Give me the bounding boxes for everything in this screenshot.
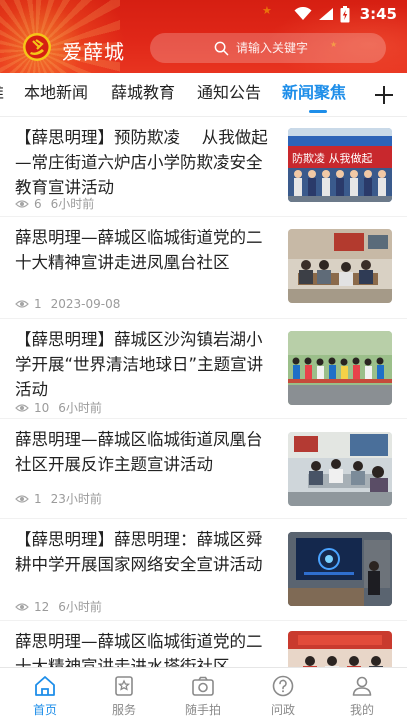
nav-label: 问政 [270, 703, 295, 717]
nav-label: 服务 [111, 703, 136, 717]
view-count: 1 [34, 297, 42, 311]
nav-home[interactable]: 首页 [15, 674, 75, 722]
search-bar[interactable] [150, 33, 386, 63]
news-title: 【薛思明理】预防欺凌 从我做起—常庄街道六炉店小学防欺凌安全教育宣讲活动 [15, 128, 268, 197]
service-icon [115, 676, 133, 696]
nav-inquiry[interactable]: 问政 [253, 674, 313, 722]
tab-local-news[interactable]: 本地新闻 [24, 73, 88, 115]
news-meta: 1 2023-09-08 [15, 297, 120, 311]
publish-time: 6小时前 [50, 197, 95, 211]
add-channel-plus-icon[interactable] [368, 79, 400, 111]
tab-news-focus[interactable]: 新闻聚焦 [282, 73, 346, 115]
status-bar: 3:45 [294, 0, 407, 28]
classroom-presentation-photo [288, 532, 392, 606]
nav-label: 首页 [32, 703, 57, 717]
news-thumbnail[interactable] [288, 631, 392, 667]
active-tab-indicator [309, 110, 327, 113]
view-count: 6 [34, 196, 42, 211]
user-icon [352, 676, 372, 696]
app-title: 爱薛城 [62, 40, 125, 64]
status-time: 3:45 [359, 5, 397, 23]
nav-mine[interactable]: 我的 [332, 674, 392, 722]
home-icon [35, 676, 55, 696]
tab-notices[interactable]: 通知公告 [197, 73, 261, 115]
tab-education[interactable]: 薛城教育 [111, 73, 175, 115]
view-count: 1 [34, 491, 42, 506]
news-item[interactable]: 薛思明理—薛城区临城街道党的二十大精神宣讲走进水塔街社区 [0, 621, 407, 667]
news-meta: 12 6小时前 [15, 598, 102, 615]
news-item[interactable]: 【薛思明理】薛城区沙沟镇岩湖小学开展“世界清洁地球日”主题宣讲活动 10 6小时… [0, 319, 407, 419]
news-item[interactable]: 薛思明理—薛城区临城街道党的二十大精神宣讲走进凤凰台社区 1 2023-09-0… [0, 217, 407, 319]
news-thumbnail[interactable] [288, 532, 392, 606]
search-input[interactable] [236, 41, 366, 55]
question-icon [272, 675, 294, 697]
news-list: 【薛思明理】预防欺凌 从我做起—常庄街道六炉店小学防欺凌安全教育宣讲活动 6 6… [0, 117, 407, 667]
nav-snapshot[interactable]: 随手拍 [173, 674, 233, 722]
publish-time: 6小时前 [58, 401, 102, 415]
news-thumbnail[interactable] [288, 432, 392, 506]
news-thumbnail[interactable] [288, 331, 392, 405]
news-title: 薛思明理—薛城区临城街道凤凰台社区开展反诈主题宣讲活动 [15, 430, 263, 474]
meeting-room-photo [288, 229, 392, 303]
news-item[interactable]: 【薛思明理】预防欺凌 从我做起—常庄街道六炉店小学防欺凌安全教育宣讲活动 6 6… [0, 117, 407, 217]
news-item[interactable]: 薛思明理—薛城区临城街道凤凰台社区开展反诈主题宣讲活动 1 23小时前 [0, 419, 407, 519]
eye-icon [15, 300, 29, 308]
camera-icon [192, 676, 214, 696]
party-meeting-photo [288, 631, 392, 667]
bottom-navigation: 首页 服务 随手拍 问政 我的 [0, 667, 407, 723]
news-meta: 10 6小时前 [15, 399, 102, 416]
publish-time: 23小时前 [50, 492, 102, 506]
banner-text: 防欺凌 从我做起 [292, 151, 373, 165]
view-count: 12 [34, 599, 50, 614]
view-count: 10 [34, 400, 50, 415]
news-thumbnail[interactable] [288, 229, 392, 303]
party-emblem-logo-icon [22, 32, 52, 62]
news-title: 薛思明理—薛城区临城街道党的二十大精神宣讲走进水塔街社区 [15, 632, 263, 667]
battery-charging-icon [340, 5, 350, 23]
nav-service[interactable]: 服务 [94, 674, 154, 722]
community-meeting-photo [288, 432, 392, 506]
eye-icon [15, 199, 29, 208]
eye-icon [15, 494, 29, 503]
news-item[interactable]: 【薛思明理】薛思明理：薛城区舜耕中学开展国家网络安全宣讲活动 12 6小时前 [0, 519, 407, 621]
wifi-icon [294, 7, 312, 21]
students-outdoor-photo [288, 331, 392, 405]
eye-icon [15, 403, 29, 412]
signal-icon [318, 7, 334, 21]
star-decoration-icon: ★ [262, 4, 272, 17]
nav-label: 我的 [349, 703, 374, 717]
publish-time: 2023-09-08 [50, 297, 121, 311]
category-tabs: 推 本地新闻 薛城教育 通知公告 新闻聚焦 [0, 73, 407, 117]
news-thumbnail[interactable]: 防欺凌 从我做起 [288, 128, 392, 202]
news-meta: 6 6小时前 [15, 195, 94, 212]
news-title: 薛思明理—薛城区临城街道党的二十大精神宣讲走进凤凰台社区 [15, 228, 263, 272]
eye-icon [15, 602, 29, 611]
tab-partial[interactable]: 推 [0, 73, 8, 115]
news-title: 【薛思明理】薛思明理：薛城区舜耕中学开展国家网络安全宣讲活动 [15, 530, 263, 574]
news-meta: 1 23小时前 [15, 490, 102, 507]
search-icon [214, 41, 229, 55]
publish-time: 6小时前 [58, 600, 102, 614]
anti-bullying-banner-photo: 防欺凌 从我做起 [288, 128, 392, 202]
nav-label: 随手拍 [184, 703, 221, 717]
news-title: 【薛思明理】薛城区沙沟镇岩湖小学开展“世界清洁地球日”主题宣讲活动 [15, 330, 264, 399]
app-header: ★ ★ 3:45 爱薛城 [0, 0, 407, 73]
